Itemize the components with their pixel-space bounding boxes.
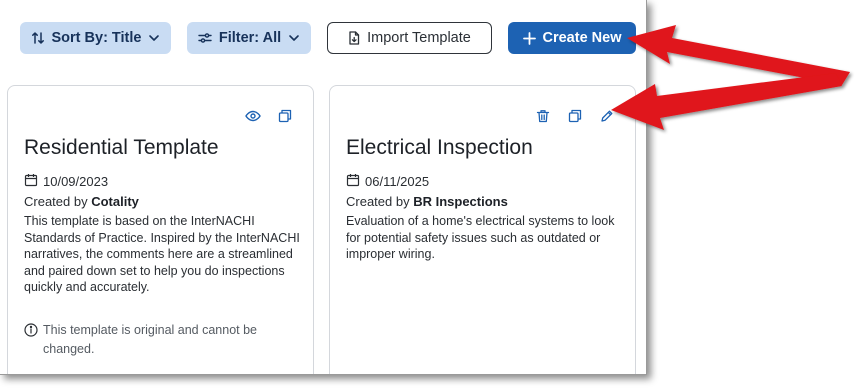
filter-button[interactable]: Filter: All <box>187 22 311 54</box>
creator-name: Cotality <box>91 194 139 209</box>
card-actions <box>245 108 293 124</box>
chevron-down-icon <box>148 32 160 44</box>
sort-button[interactable]: Sort By: Title <box>20 22 171 54</box>
sort-icon <box>31 31 45 45</box>
chevron-down-icon <box>288 32 300 44</box>
sort-label: Sort By: Title <box>51 30 142 46</box>
template-card[interactable]: Residential Template 10/09/2023 Created … <box>7 85 314 374</box>
created-by-prefix: Created by <box>24 194 92 209</box>
filter-label: Filter: All <box>218 30 282 46</box>
card-date-text: 10/09/2023 <box>43 174 109 189</box>
arrow-to-create-new <box>627 25 850 85</box>
import-template-label: Import Template <box>367 30 471 46</box>
creator-name: BR Inspections <box>413 194 508 209</box>
trash-icon[interactable] <box>535 108 551 124</box>
pencil-icon[interactable] <box>599 108 615 124</box>
file-import-icon <box>348 31 360 45</box>
import-template-button[interactable]: Import Template <box>327 22 492 54</box>
calendar-icon <box>346 173 360 190</box>
card-actions <box>535 108 615 124</box>
info-icon <box>24 323 38 359</box>
filter-sliders-icon <box>198 31 212 45</box>
card-note-text: This template is original and cannot be … <box>43 323 258 356</box>
card-title: Electrical Inspection <box>346 136 533 159</box>
card-description: Evaluation of a home's electrical system… <box>346 214 615 261</box>
card-description: This template is based on the InterNACHI… <box>24 214 300 294</box>
create-new-button[interactable]: Create New <box>508 22 636 54</box>
card-date: 06/11/2025 <box>346 173 429 190</box>
toolbar: Sort By: Title Filter: All Import Templa… <box>0 0 646 72</box>
card-note: This template is original and cannot be … <box>24 321 300 359</box>
eye-icon[interactable] <box>245 108 261 124</box>
calendar-icon <box>24 173 38 190</box>
copy-icon[interactable] <box>567 108 583 124</box>
create-new-label: Create New <box>542 30 622 46</box>
card-creator: Created by Cotality <box>24 194 139 209</box>
card-title: Residential Template <box>24 136 219 159</box>
card-date-text: 06/11/2025 <box>365 174 430 189</box>
copy-icon[interactable] <box>277 108 293 124</box>
template-card[interactable]: Electrical Inspection 06/11/2025 Created… <box>329 85 636 374</box>
plus-icon <box>522 31 536 45</box>
created-by-prefix: Created by <box>346 194 414 209</box>
card-creator: Created by BR Inspections <box>346 194 508 209</box>
templates-panel: Sort By: Title Filter: All Import Templa… <box>0 0 647 375</box>
card-date: 10/09/2023 <box>24 173 108 190</box>
